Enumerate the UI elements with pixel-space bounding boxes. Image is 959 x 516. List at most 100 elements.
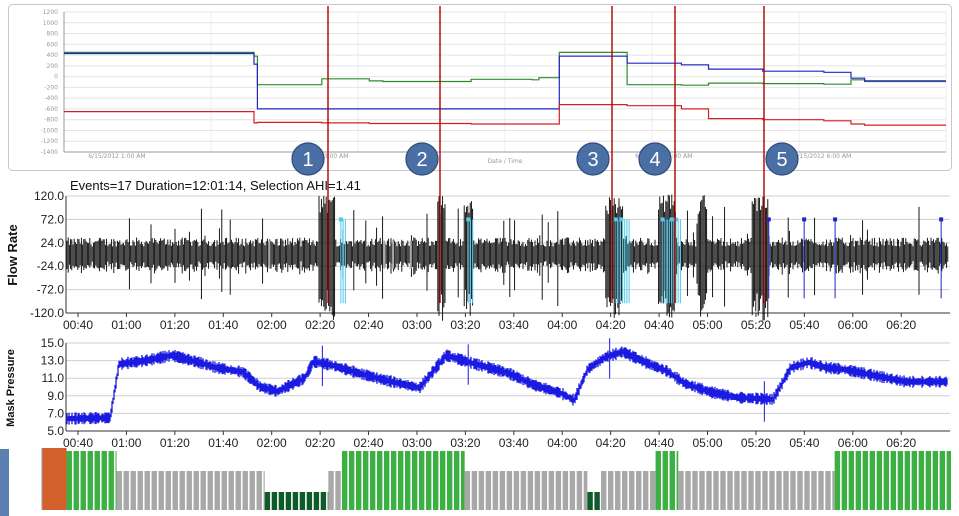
top-x-tick: 6/15/2012 6:00 AM [794, 153, 851, 160]
position-bar-segment [541, 471, 548, 510]
position-bar-segment [499, 471, 506, 510]
position-bar-segment [811, 471, 817, 510]
position-bar-segment [841, 451, 848, 510]
position-bar-segment [834, 451, 841, 510]
position-bar-segment [527, 471, 534, 510]
mask-x-tick: 05:00 [693, 436, 723, 450]
mask-x-tick: 03:00 [402, 436, 432, 450]
position-bar-segment [804, 471, 810, 510]
position-bar-segment [432, 451, 439, 510]
position-bar-segment [576, 471, 583, 510]
flow-x-tick: 04:00 [547, 318, 577, 332]
mask-x-tick: 04:00 [547, 436, 577, 450]
position-bar-chart [41, 448, 951, 510]
event-marker-label: 3 [587, 149, 598, 171]
top-y-tick: 1000 [43, 20, 58, 27]
mask-y-tick: 5.0 [47, 424, 64, 438]
mask-x-tick: 05:40 [789, 436, 819, 450]
mask-y-tick: 9.0 [47, 389, 64, 403]
position-bar-segment [925, 451, 932, 510]
position-bar-segment [123, 471, 129, 510]
event-stats-text: Events=17 Duration=12:01:14, Selection A… [70, 178, 361, 193]
flow-x-tick: 06:20 [886, 318, 916, 332]
position-bar-segment [946, 451, 951, 510]
mask-x-tick: 03:40 [499, 436, 529, 450]
flow-x-tick: 01:20 [160, 318, 190, 332]
mask-x-tick: 05:20 [741, 436, 771, 450]
top-y-tick: -1000 [41, 127, 59, 134]
position-bar-segment [193, 471, 199, 510]
flow-x-tick: 02:40 [354, 318, 384, 332]
position-bar-segment [848, 451, 855, 510]
position-bar-segment [397, 451, 404, 510]
position-bar-segment [446, 451, 453, 510]
top-y-tick: -800 [44, 117, 58, 124]
position-bar-segment [144, 471, 150, 510]
mask-pressure-chart: 15.0 13.0 11.0 9.0 7.0 5.000:40 01:00 01:20 01:4… [5, 336, 950, 450]
position-bar-segment [464, 471, 471, 510]
position-bar-segment [73, 451, 79, 510]
position-bar-segment [555, 471, 562, 510]
position-bar-segment [832, 471, 835, 510]
position-bar-segment [411, 451, 418, 510]
position-bar-segment [271, 492, 278, 510]
position-bar-segment [256, 471, 262, 510]
mask-x-tick: 01:20 [160, 436, 190, 450]
mask-x-tick: 06:00 [838, 436, 868, 450]
mask-x-tick: 03:20 [450, 436, 480, 450]
position-bar-segment [439, 451, 446, 510]
mask-y-tick: 15.0 [41, 336, 65, 350]
flow-x-tick: 03:00 [402, 318, 432, 332]
position-bar-segment [165, 471, 171, 510]
flow-signal [66, 194, 949, 321]
position-bar-segment [478, 471, 485, 510]
position-bar-segment [662, 451, 668, 510]
flow-event-marker [613, 217, 618, 222]
flow-x-tick: 02:20 [305, 318, 335, 332]
top-y-tick: 800 [47, 31, 59, 38]
position-bar-segment [264, 492, 271, 510]
position-bar-segment [720, 471, 726, 510]
position-bar-segment [932, 451, 939, 510]
mask-y-tick: 7.0 [47, 406, 64, 420]
position-bar-segment [425, 451, 432, 510]
position-bar-segment [655, 451, 661, 510]
mask-x-tick: 02:00 [257, 436, 287, 450]
position-bar-segment [313, 492, 320, 510]
position-bar-segment [299, 492, 306, 510]
mask-y-tick: 13.0 [41, 354, 65, 368]
top-y-tick: 0 [54, 74, 58, 81]
position-bar-segment [362, 451, 369, 510]
flow-rate-chart: 120.0 72.0 24.0 -24.0 -72.0 -120.000:40 01:00 0… [5, 189, 950, 332]
position-bar-segment [939, 451, 946, 510]
position-bar-segment [713, 471, 719, 510]
flow-x-tick: 00:40 [63, 318, 93, 332]
position-bar-segment [862, 451, 869, 510]
flow-x-tick: 05:00 [693, 318, 723, 332]
mask-x-tick: 00:40 [63, 436, 93, 450]
position-bar-segment [506, 471, 513, 510]
position-bar-segment [678, 471, 684, 510]
position-bar-segment [876, 451, 883, 510]
top-y-tick: 400 [47, 52, 59, 59]
position-bar-segment [485, 471, 492, 510]
position-bar-segment [734, 471, 740, 510]
position-bar-segment [918, 451, 925, 510]
position-bar-segment [755, 471, 761, 510]
flow-x-tick: 03:40 [499, 318, 529, 332]
top-y-tick: -600 [44, 106, 58, 113]
top-y-tick: 200 [47, 63, 59, 70]
position-bar-segment [158, 471, 164, 510]
position-bar-segment [636, 471, 642, 510]
top-y-tick: 600 [47, 41, 59, 48]
position-bar-segment [699, 471, 705, 510]
position-bar-segment [583, 471, 588, 510]
position-bar-segment [904, 451, 911, 510]
position-bar-segment [615, 471, 621, 510]
position-bar-segment [650, 471, 656, 510]
mask-x-tick: 06:20 [886, 436, 916, 450]
flow-y-tick: -72.0 [37, 283, 65, 297]
position-bar-segment [249, 471, 255, 510]
position-bar-segment [320, 492, 327, 510]
mask-x-tick: 01:40 [208, 436, 238, 450]
